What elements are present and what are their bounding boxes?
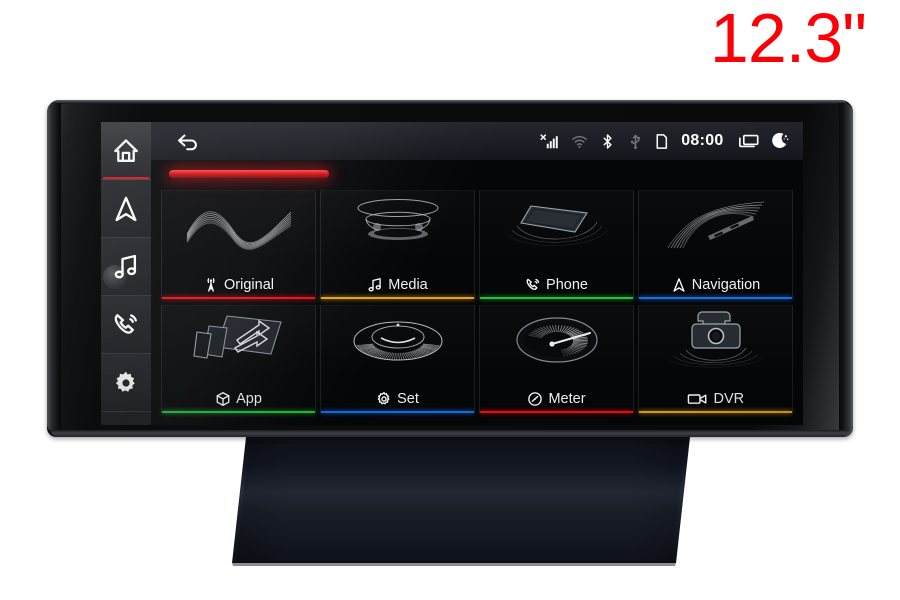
home-icon <box>112 137 140 165</box>
signal-off-icon <box>540 133 560 150</box>
sidebar-item-navigation[interactable] <box>101 180 151 238</box>
wifi-icon <box>571 133 588 150</box>
bezel-left <box>47 103 61 432</box>
sidebar-item-home[interactable] <box>101 122 151 180</box>
back-button[interactable] <box>151 122 225 160</box>
accent-glow-bar <box>169 170 329 178</box>
night-mode-moon-icon[interactable] <box>771 132 789 150</box>
nav-arrow-icon <box>671 277 687 293</box>
phone-icon <box>525 277 541 293</box>
usb-icon <box>627 133 644 150</box>
tile-label-row: Set <box>376 391 419 413</box>
tile-label-text: App <box>236 391 262 407</box>
tile-label-row: Phone <box>525 277 588 299</box>
app-tile-dvr[interactable]: DVR <box>638 304 793 413</box>
tile-label-text: Set <box>397 391 419 407</box>
tile-artwork-dial <box>321 308 474 370</box>
tile-label-text: Navigation <box>691 276 761 293</box>
sidebar-item-settings[interactable] <box>101 354 151 412</box>
sidebar-item-music[interactable] <box>101 238 151 296</box>
tile-artwork-waveform <box>162 193 315 255</box>
sidebar-item-phone[interactable] <box>101 296 151 354</box>
tile-label-row: Original <box>203 277 274 299</box>
sim-card-icon <box>655 133 669 150</box>
cube-icon <box>215 391 231 407</box>
tile-label-text: DVR <box>713 391 745 407</box>
status-bar: 08:00 <box>101 122 803 160</box>
tile-label-row: App <box>215 391 262 413</box>
sidebar-glow-blob <box>103 265 127 289</box>
navigation-arrow-icon <box>112 195 140 223</box>
app-tile-media[interactable]: Media <box>320 190 475 299</box>
sidebar <box>101 122 151 425</box>
phone-icon <box>112 311 140 339</box>
bluetooth-icon <box>599 133 616 150</box>
app-tile-phone[interactable]: Phone <box>479 190 634 299</box>
tile-label-row: Meter <box>527 391 586 413</box>
tile-artwork-phone-device <box>480 193 633 255</box>
app-tile-meter[interactable]: Meter <box>479 304 634 413</box>
tile-artwork-dashcam <box>639 308 792 370</box>
camcorder-icon <box>687 391 709 407</box>
bezel-right <box>839 103 853 432</box>
tile-label-text: Media <box>388 276 428 293</box>
app-tile-set[interactable]: Set <box>320 304 475 413</box>
tile-artwork-speaker <box>321 193 474 255</box>
tile-artwork-road <box>639 193 792 255</box>
head-unit-monitor: Original Media Phone Navigation App Set Meter D… <box>47 100 853 437</box>
status-icon-tray: 08:00 <box>540 132 803 150</box>
tile-label-text: Meter <box>548 391 586 407</box>
gear-icon <box>113 370 139 396</box>
music-note-icon <box>367 277 383 293</box>
home-screen: Original Media Phone Navigation App Set Meter D… <box>151 160 803 425</box>
gauge-icon <box>527 391 543 407</box>
tile-artwork-apps-share <box>162 308 315 370</box>
screen-size-badge: 12.3" <box>709 0 867 77</box>
status-clock: 08:00 <box>681 132 724 149</box>
tile-label-row: Media <box>367 277 428 299</box>
radio-tower-icon <box>203 277 219 293</box>
back-arrow-icon <box>178 134 197 151</box>
tile-label-row: Navigation <box>671 276 761 299</box>
tile-label-text: Phone <box>546 276 588 293</box>
multitask-windows-icon[interactable] <box>737 132 760 150</box>
app-tile-app[interactable]: App <box>161 304 316 413</box>
app-tile-navigation[interactable]: Navigation <box>638 190 793 299</box>
tile-artwork-speedometer <box>480 308 633 370</box>
app-tile-original[interactable]: Original <box>161 190 316 299</box>
gear-icon <box>376 391 392 407</box>
tile-label-text: Original <box>224 276 274 293</box>
product-image-canvas: 12.3" Original Media Phone Navigation App Set… <box>0 0 900 600</box>
screen: Original Media Phone Navigation App Set Meter D… <box>101 122 803 425</box>
app-grid: Original Media Phone Navigation App Set Meter D… <box>151 186 803 419</box>
tile-label-row: DVR <box>687 391 744 413</box>
